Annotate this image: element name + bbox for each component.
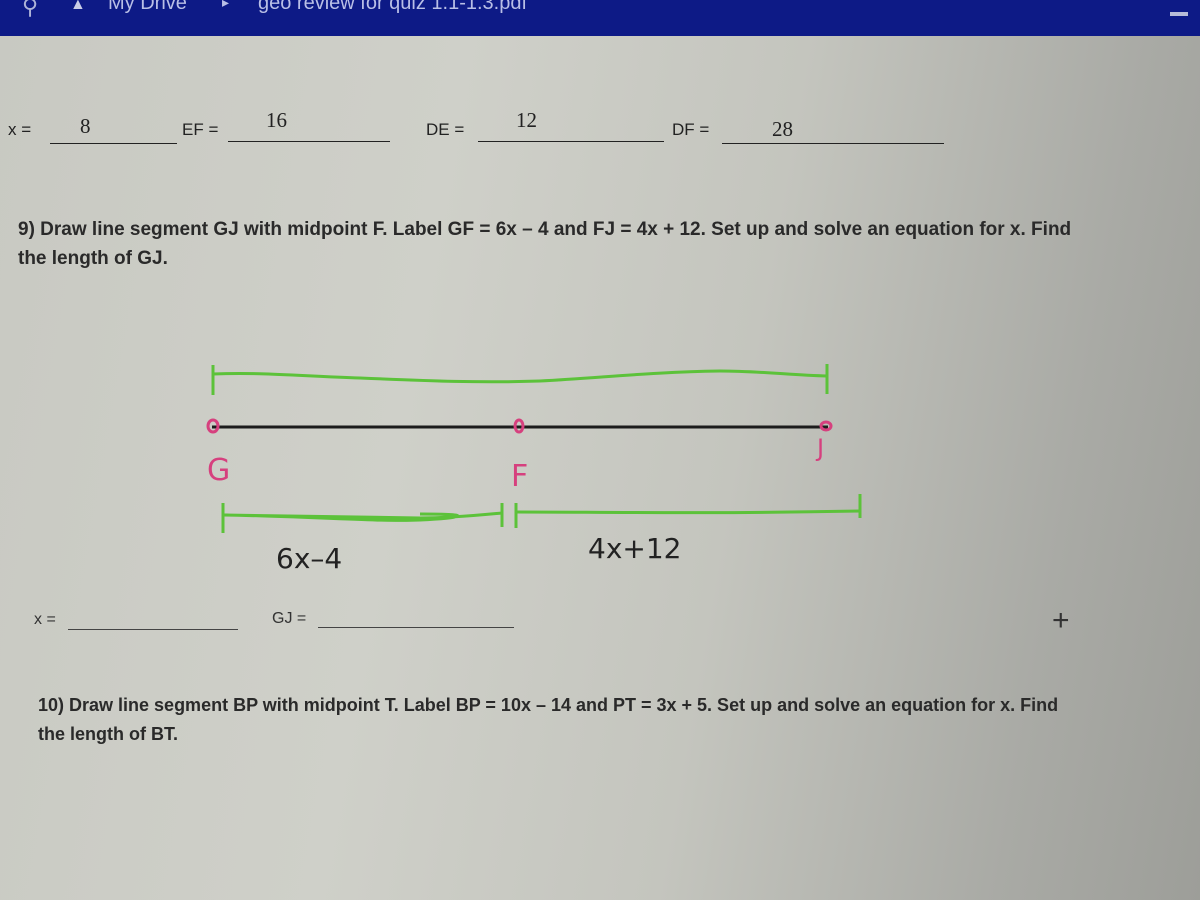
problem-10-text: 10) Draw line segment BP with midpoint T… — [38, 691, 1058, 749]
problem-10-line-2: the length of BT. — [38, 724, 178, 744]
p9-x-label: x = — [34, 611, 56, 628]
p9-gj-answer-input[interactable] — [318, 627, 514, 628]
p9-gj-label: GJ = — [272, 610, 307, 627]
zoom-in-icon[interactable]: + — [1052, 606, 1070, 636]
p9-x-answer-input[interactable] — [68, 629, 238, 630]
problem-9-answers: x = GJ = — [0, 0, 1200, 650]
problem-10-line-1: 10) Draw line segment BP with midpoint T… — [38, 695, 1059, 715]
